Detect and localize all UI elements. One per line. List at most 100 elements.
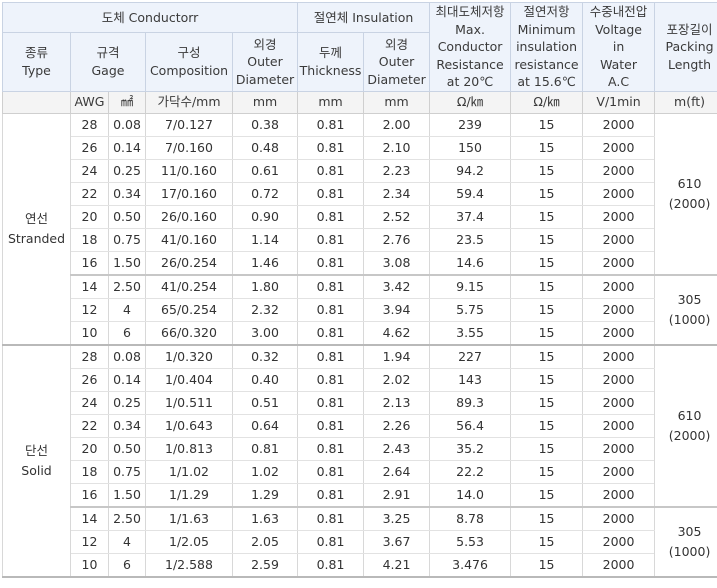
- insulation-resistance-cell: 15: [511, 437, 583, 460]
- conductor-od-cell: 0.64: [233, 414, 298, 437]
- mm2-cell: 2.50: [109, 507, 146, 531]
- voltage-cell: 2000: [583, 345, 655, 369]
- unit-voltage: V/1min: [583, 91, 655, 113]
- insulation-od-cell: 3.08: [364, 251, 430, 275]
- awg-cell: 28: [71, 113, 109, 136]
- awg-cell: 18: [71, 228, 109, 251]
- table-row: 260.147/0.1600.480.812.10150152000: [3, 136, 717, 159]
- insulation-od-header: 외경OuterDiameter: [364, 33, 430, 92]
- table-row: 142.501/1.631.630.813.258.78152000305(10…: [3, 507, 717, 531]
- conductor-od-cell: 0.51: [233, 391, 298, 414]
- resistance-cell: 227: [430, 345, 511, 369]
- conductor-od-cell: 0.32: [233, 345, 298, 369]
- insulation-resistance-cell: 15: [511, 553, 583, 577]
- insulation-od-cell: 2.00: [364, 113, 430, 136]
- table-row: 180.751/1.021.020.812.6422.2152000: [3, 460, 717, 483]
- insulation-resistance-cell: 15: [511, 136, 583, 159]
- voltage-cell: 2000: [583, 136, 655, 159]
- composition-cell: 1/1.63: [146, 507, 233, 531]
- table-row: 260.141/0.4040.400.812.02143152000: [3, 368, 717, 391]
- type-cell: 단선Solid: [3, 345, 71, 577]
- type-header: 종류Type: [3, 33, 71, 92]
- insulation-od-cell: 2.43: [364, 437, 430, 460]
- insulation-od-cell: 3.67: [364, 530, 430, 553]
- conductor-od-cell: 1.80: [233, 275, 298, 299]
- unit-packing: m(ft): [655, 91, 717, 113]
- gage-header: 규격Gage: [71, 33, 146, 92]
- composition-cell: 7/0.160: [146, 136, 233, 159]
- mm2-cell: 0.34: [109, 414, 146, 437]
- composition-cell: 11/0.160: [146, 159, 233, 182]
- conductor-od-cell: 0.81: [233, 437, 298, 460]
- conductor-od-cell: 0.72: [233, 182, 298, 205]
- table-body: 연선Stranded280.087/0.1270.380.812.0023915…: [3, 113, 717, 577]
- table-row: 142.5041/0.2541.800.813.429.15152000305(…: [3, 275, 717, 299]
- resistance-cell: 94.2: [430, 159, 511, 182]
- voltage-cell: 2000: [583, 414, 655, 437]
- mm2-cell: 6: [109, 321, 146, 345]
- resistance-cell: 22.2: [430, 460, 511, 483]
- awg-cell: 18: [71, 460, 109, 483]
- insulation-resistance-cell: 15: [511, 205, 583, 228]
- conductor-group-header: 도체 Conductorr: [3, 3, 298, 33]
- packing-length-cell: 610(2000): [655, 113, 717, 275]
- composition-cell: 41/0.254: [146, 275, 233, 299]
- thickness-cell: 0.81: [298, 530, 364, 553]
- voltage-cell: 2000: [583, 298, 655, 321]
- awg-cell: 16: [71, 251, 109, 275]
- max-resistance-header: 최대도체저항Max.ConductorResistanceat 20℃: [430, 3, 511, 92]
- packing-length-cell: 305(1000): [655, 275, 717, 345]
- mm2-cell: 4: [109, 298, 146, 321]
- thickness-cell: 0.81: [298, 553, 364, 577]
- composition-cell: 26/0.254: [146, 251, 233, 275]
- insulation-od-cell: 3.42: [364, 275, 430, 299]
- insulation-resistance-cell: 15: [511, 368, 583, 391]
- thickness-cell: 0.81: [298, 483, 364, 507]
- thickness-cell: 0.81: [298, 182, 364, 205]
- thickness-cell: 0.81: [298, 251, 364, 275]
- thickness-cell: 0.81: [298, 136, 364, 159]
- table-row: 12465/0.2542.320.813.945.75152000: [3, 298, 717, 321]
- insulation-group-header: 절연체 Insulation: [298, 3, 430, 33]
- mm2-cell: 0.14: [109, 136, 146, 159]
- voltage-cell: 2000: [583, 321, 655, 345]
- voltage-cell: 2000: [583, 391, 655, 414]
- awg-cell: 20: [71, 205, 109, 228]
- composition-cell: 1/0.511: [146, 391, 233, 414]
- min-insulation-header: 절연저항Minimuminsulationresistanceat 15.6℃: [511, 3, 583, 92]
- resistance-cell: 3.476: [430, 553, 511, 577]
- insulation-resistance-cell: 15: [511, 530, 583, 553]
- table-row: 161.501/1.291.290.812.9114.0152000: [3, 483, 717, 507]
- resistance-cell: 9.15: [430, 275, 511, 299]
- insulation-resistance-cell: 15: [511, 414, 583, 437]
- voltage-cell: 2000: [583, 437, 655, 460]
- insulation-resistance-cell: 15: [511, 275, 583, 299]
- table-row: 240.2511/0.1600.610.812.2394.2152000: [3, 159, 717, 182]
- resistance-cell: 3.55: [430, 321, 511, 345]
- resistance-cell: 89.3: [430, 391, 511, 414]
- unit-thickness: mm: [298, 91, 364, 113]
- voltage-cell: 2000: [583, 530, 655, 553]
- insulation-od-cell: 4.21: [364, 553, 430, 577]
- composition-cell: 66/0.320: [146, 321, 233, 345]
- table-row: 1241/2.052.050.813.675.53152000: [3, 530, 717, 553]
- resistance-cell: 14.0: [430, 483, 511, 507]
- thickness-cell: 0.81: [298, 321, 364, 345]
- insulation-resistance-cell: 15: [511, 507, 583, 531]
- conductor-od-cell: 1.02: [233, 460, 298, 483]
- resistance-cell: 8.78: [430, 507, 511, 531]
- mm2-cell: 0.34: [109, 182, 146, 205]
- thickness-cell: 0.81: [298, 113, 364, 136]
- conductor-od-cell: 2.59: [233, 553, 298, 577]
- composition-cell: 1/0.813: [146, 437, 233, 460]
- insulation-od-cell: 2.34: [364, 182, 430, 205]
- voltage-cell: 2000: [583, 275, 655, 299]
- table-row: 180.7541/0.1601.140.812.7623.5152000: [3, 228, 717, 251]
- mm2-cell: 0.50: [109, 205, 146, 228]
- voltage-cell: 2000: [583, 182, 655, 205]
- resistance-cell: 150: [430, 136, 511, 159]
- voltage-cell: 2000: [583, 159, 655, 182]
- awg-cell: 14: [71, 507, 109, 531]
- voltage-cell: 2000: [583, 483, 655, 507]
- conductor-od-cell: 1.46: [233, 251, 298, 275]
